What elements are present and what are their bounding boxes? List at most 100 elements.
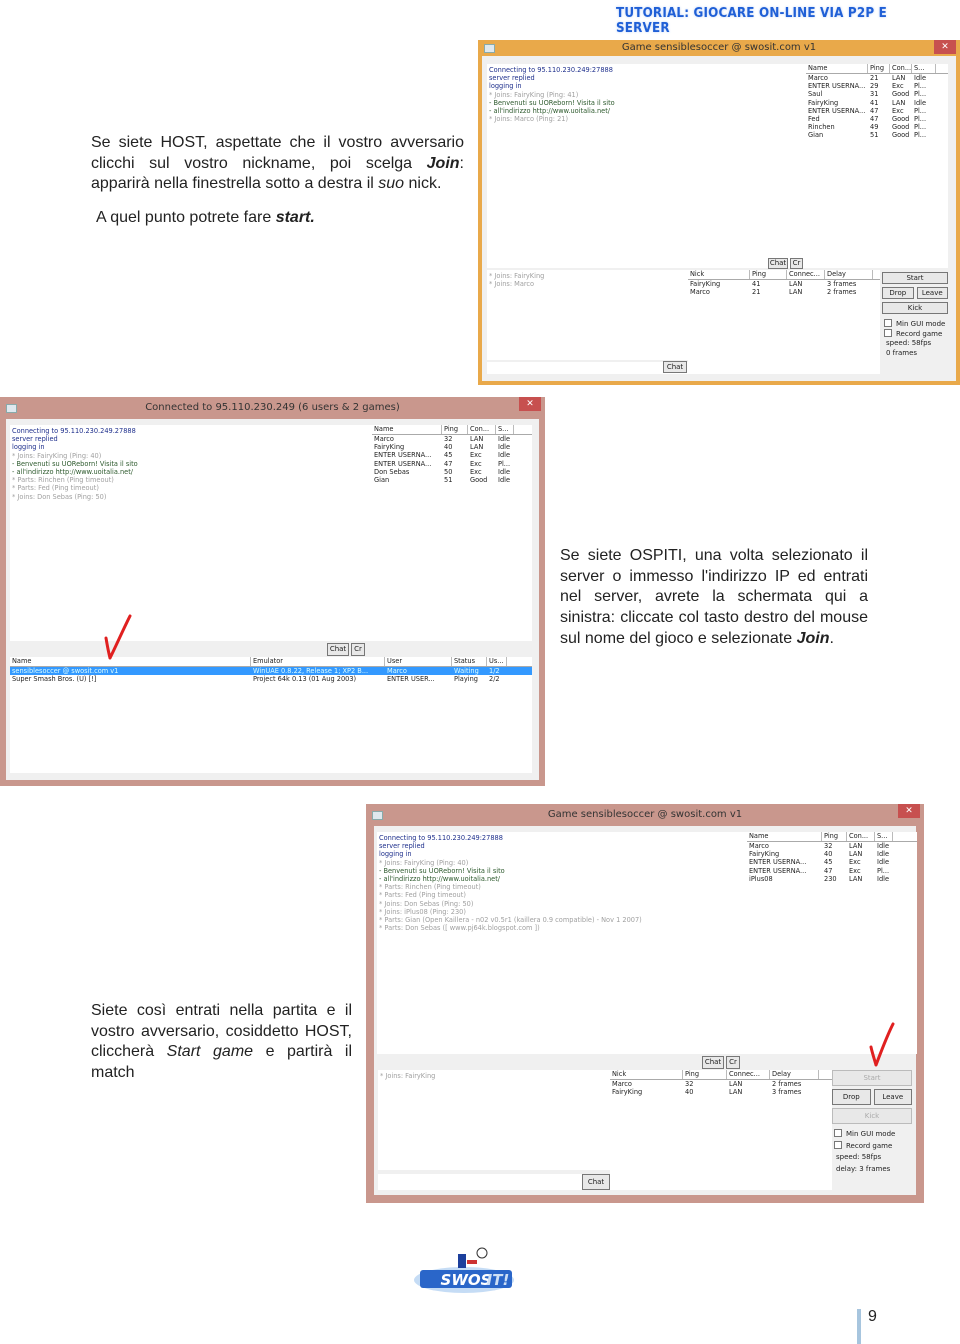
column-header[interactable]: Con... — [468, 425, 496, 434]
players-list[interactable]: Nick Ping Connec... Delay Marco 32 LAN 2 frames… — [610, 1070, 832, 1190]
column-header[interactable]: Us... — [487, 657, 507, 666]
title-bar[interactable]: Connected to 95.110.230.249 (6 users & 2… — [0, 397, 545, 419]
column-header[interactable]: Nick — [688, 270, 750, 279]
column-header[interactable]: Ping — [750, 270, 787, 279]
column-header[interactable]: Name — [747, 832, 822, 841]
record-game-checkbox[interactable]: Record game — [834, 1141, 892, 1150]
clear-button[interactable]: Cr — [790, 258, 803, 269]
column-header[interactable]: S... — [496, 425, 514, 434]
kick-button[interactable]: Kick — [882, 302, 948, 314]
user-row[interactable]: Don Sebas 50 Exc Idle — [372, 468, 532, 476]
leave-button[interactable]: Leave — [873, 1089, 912, 1105]
column-header[interactable]: Con... — [847, 832, 875, 841]
column-header[interactable]: Connec... — [787, 270, 825, 279]
start-button[interactable]: Start — [832, 1070, 912, 1086]
chat-log[interactable]: Connecting to 95.110.230.249:27888 server… — [377, 832, 747, 1054]
chat-button[interactable]: Chat — [768, 258, 788, 269]
column-header[interactable]: Status — [452, 657, 487, 666]
user-row[interactable]: ENTER USERNA... 45 Exc Idle — [372, 451, 532, 459]
leave-button[interactable]: Leave — [916, 287, 948, 299]
cell: 47 — [870, 114, 879, 123]
column-header[interactable]: Ping — [822, 832, 847, 841]
checkbox-box[interactable] — [834, 1129, 842, 1137]
user-row[interactable]: ENTER USERNA... 47 Exc Pl... — [372, 460, 532, 468]
user-row[interactable]: Gian 51 Good Pl... — [806, 131, 948, 139]
column-header[interactable]: Nick — [610, 1070, 683, 1079]
user-row[interactable]: Saul 31 Good Pl... — [806, 90, 948, 98]
game-chat-input[interactable] — [378, 1174, 610, 1190]
checkbox-box[interactable] — [834, 1141, 842, 1149]
column-header[interactable]: Delay — [825, 270, 873, 279]
column-header[interactable]: Ping — [442, 425, 468, 434]
drop-button[interactable]: Drop — [832, 1089, 871, 1105]
title-bar[interactable]: Game sensiblesoccer @ swosit.com v1 — [478, 40, 960, 56]
game-chat-log[interactable]: * Joins: FairyKing * Joins: Marco — [487, 270, 689, 360]
column-header[interactable]: S... — [912, 64, 936, 73]
games-list[interactable]: Name Emulator User Status Us... sensiblesocce… — [10, 657, 532, 773]
player-row[interactable]: FairyKing 41 LAN 3 frames — [688, 280, 880, 288]
user-list[interactable]: Name Ping Con... S... Marco 21 LAN Idle ENTER US… — [806, 64, 948, 268]
svg-text:SWOS: SWOS — [441, 1271, 492, 1289]
user-row[interactable]: ENTER USERNA... 29 Exc Pl... — [806, 82, 948, 90]
user-row[interactable]: Fed 47 Good Pl... — [806, 115, 948, 123]
user-row[interactable]: ENTER USERNA... 45 Exc Idle — [747, 858, 917, 866]
drop-button[interactable]: Drop — [882, 287, 914, 299]
log-line: - Benvenuti su UOReborn! Visita il sito — [489, 98, 615, 107]
checkbox-box[interactable] — [884, 329, 892, 337]
cell: Idle — [914, 98, 927, 107]
game-chat-button[interactable]: Chat — [663, 361, 687, 373]
min-gui-checkbox[interactable]: Min GUI mode — [834, 1129, 895, 1138]
user-row[interactable]: ENTER USERNA... 47 Exc Pl... — [747, 867, 917, 875]
title-bar[interactable]: Game sensiblesoccer @ swosit.com v1 — [366, 804, 924, 826]
game-chat-button[interactable]: Chat — [582, 1174, 610, 1190]
cell: Marco — [749, 842, 769, 850]
game-row[interactable]: Super Smash Bros. (U) [!] Project 64k 0.1… — [10, 675, 532, 683]
player-row[interactable]: Marco 21 LAN 2 frames — [688, 288, 880, 296]
close-icon[interactable]: ✕ — [934, 40, 956, 54]
column-header[interactable]: S... — [875, 832, 893, 841]
user-row[interactable]: Marco 32 LAN Idle — [747, 842, 917, 850]
game-row[interactable]: sensiblesoccer @ swosit.com v1 WinUAE 0.8… — [10, 667, 532, 676]
close-icon[interactable]: ✕ — [898, 804, 920, 818]
checkbox-box[interactable] — [884, 319, 892, 327]
user-row[interactable]: Marco 21 LAN Idle — [806, 74, 948, 82]
players-list[interactable]: Nick Ping Connec... Delay FairyKing 41 LAN 3 fr… — [688, 270, 880, 374]
column-header[interactable]: Name — [806, 64, 868, 73]
chat-button[interactable]: Chat — [327, 643, 349, 656]
chat-button[interactable]: Chat — [702, 1056, 724, 1069]
cell: 32 — [685, 1080, 694, 1088]
user-row[interactable]: Marco 32 LAN Idle — [372, 435, 532, 443]
clear-button[interactable]: Cr — [726, 1056, 740, 1069]
column-header[interactable]: Connec... — [727, 1070, 770, 1079]
kick-button[interactable]: Kick — [832, 1108, 912, 1124]
cell: ENTER USER... — [387, 675, 435, 684]
user-row[interactable]: FairyKing 40 LAN Idle — [372, 443, 532, 451]
cell: LAN — [729, 1080, 743, 1088]
user-row[interactable]: ENTER USERNA... 47 Exc Pl... — [806, 107, 948, 115]
record-game-checkbox[interactable]: Record game — [884, 329, 942, 338]
start-button[interactable]: Start — [882, 272, 948, 284]
chat-log[interactable]: Connecting to 95.110.230.249:27888 server… — [487, 64, 807, 268]
chat-log[interactable]: Connecting to 95.110.230.249.27888 server… — [10, 425, 372, 641]
column-header[interactable]: User — [385, 657, 452, 666]
game-chat-input[interactable] — [487, 362, 689, 374]
user-list[interactable]: Name Ping Con... S... Marco 32 LAN Idle FairyKin… — [372, 425, 532, 641]
column-header[interactable]: Ping — [868, 64, 890, 73]
column-header[interactable]: Emulator — [251, 657, 385, 666]
column-header[interactable]: Name — [372, 425, 442, 434]
user-row[interactable]: FairyKing 41 LAN Idle — [806, 99, 948, 107]
cell: Pl... — [914, 123, 927, 132]
min-gui-checkbox[interactable]: Min GUI mode — [884, 319, 945, 328]
user-row[interactable]: iPlus08 230 LAN Idle — [747, 875, 917, 883]
user-row[interactable]: FairyKing 40 LAN Idle — [747, 850, 917, 858]
clear-button[interactable]: Cr — [351, 643, 365, 656]
player-row[interactable]: Marco 32 LAN 2 frames — [610, 1080, 832, 1088]
user-row[interactable]: Gian 51 Good Idle — [372, 476, 532, 484]
column-header[interactable]: Con... — [890, 64, 912, 73]
user-row[interactable]: Rinchen 49 Good Pl... — [806, 123, 948, 131]
player-row[interactable]: FairyKing 40 LAN 3 frames — [610, 1088, 832, 1096]
game-chat-log[interactable]: * Joins: FairyKing — [378, 1070, 610, 1170]
column-header[interactable]: Delay — [770, 1070, 819, 1079]
column-header[interactable]: Ping — [683, 1070, 727, 1079]
close-icon[interactable]: ✕ — [519, 397, 541, 411]
